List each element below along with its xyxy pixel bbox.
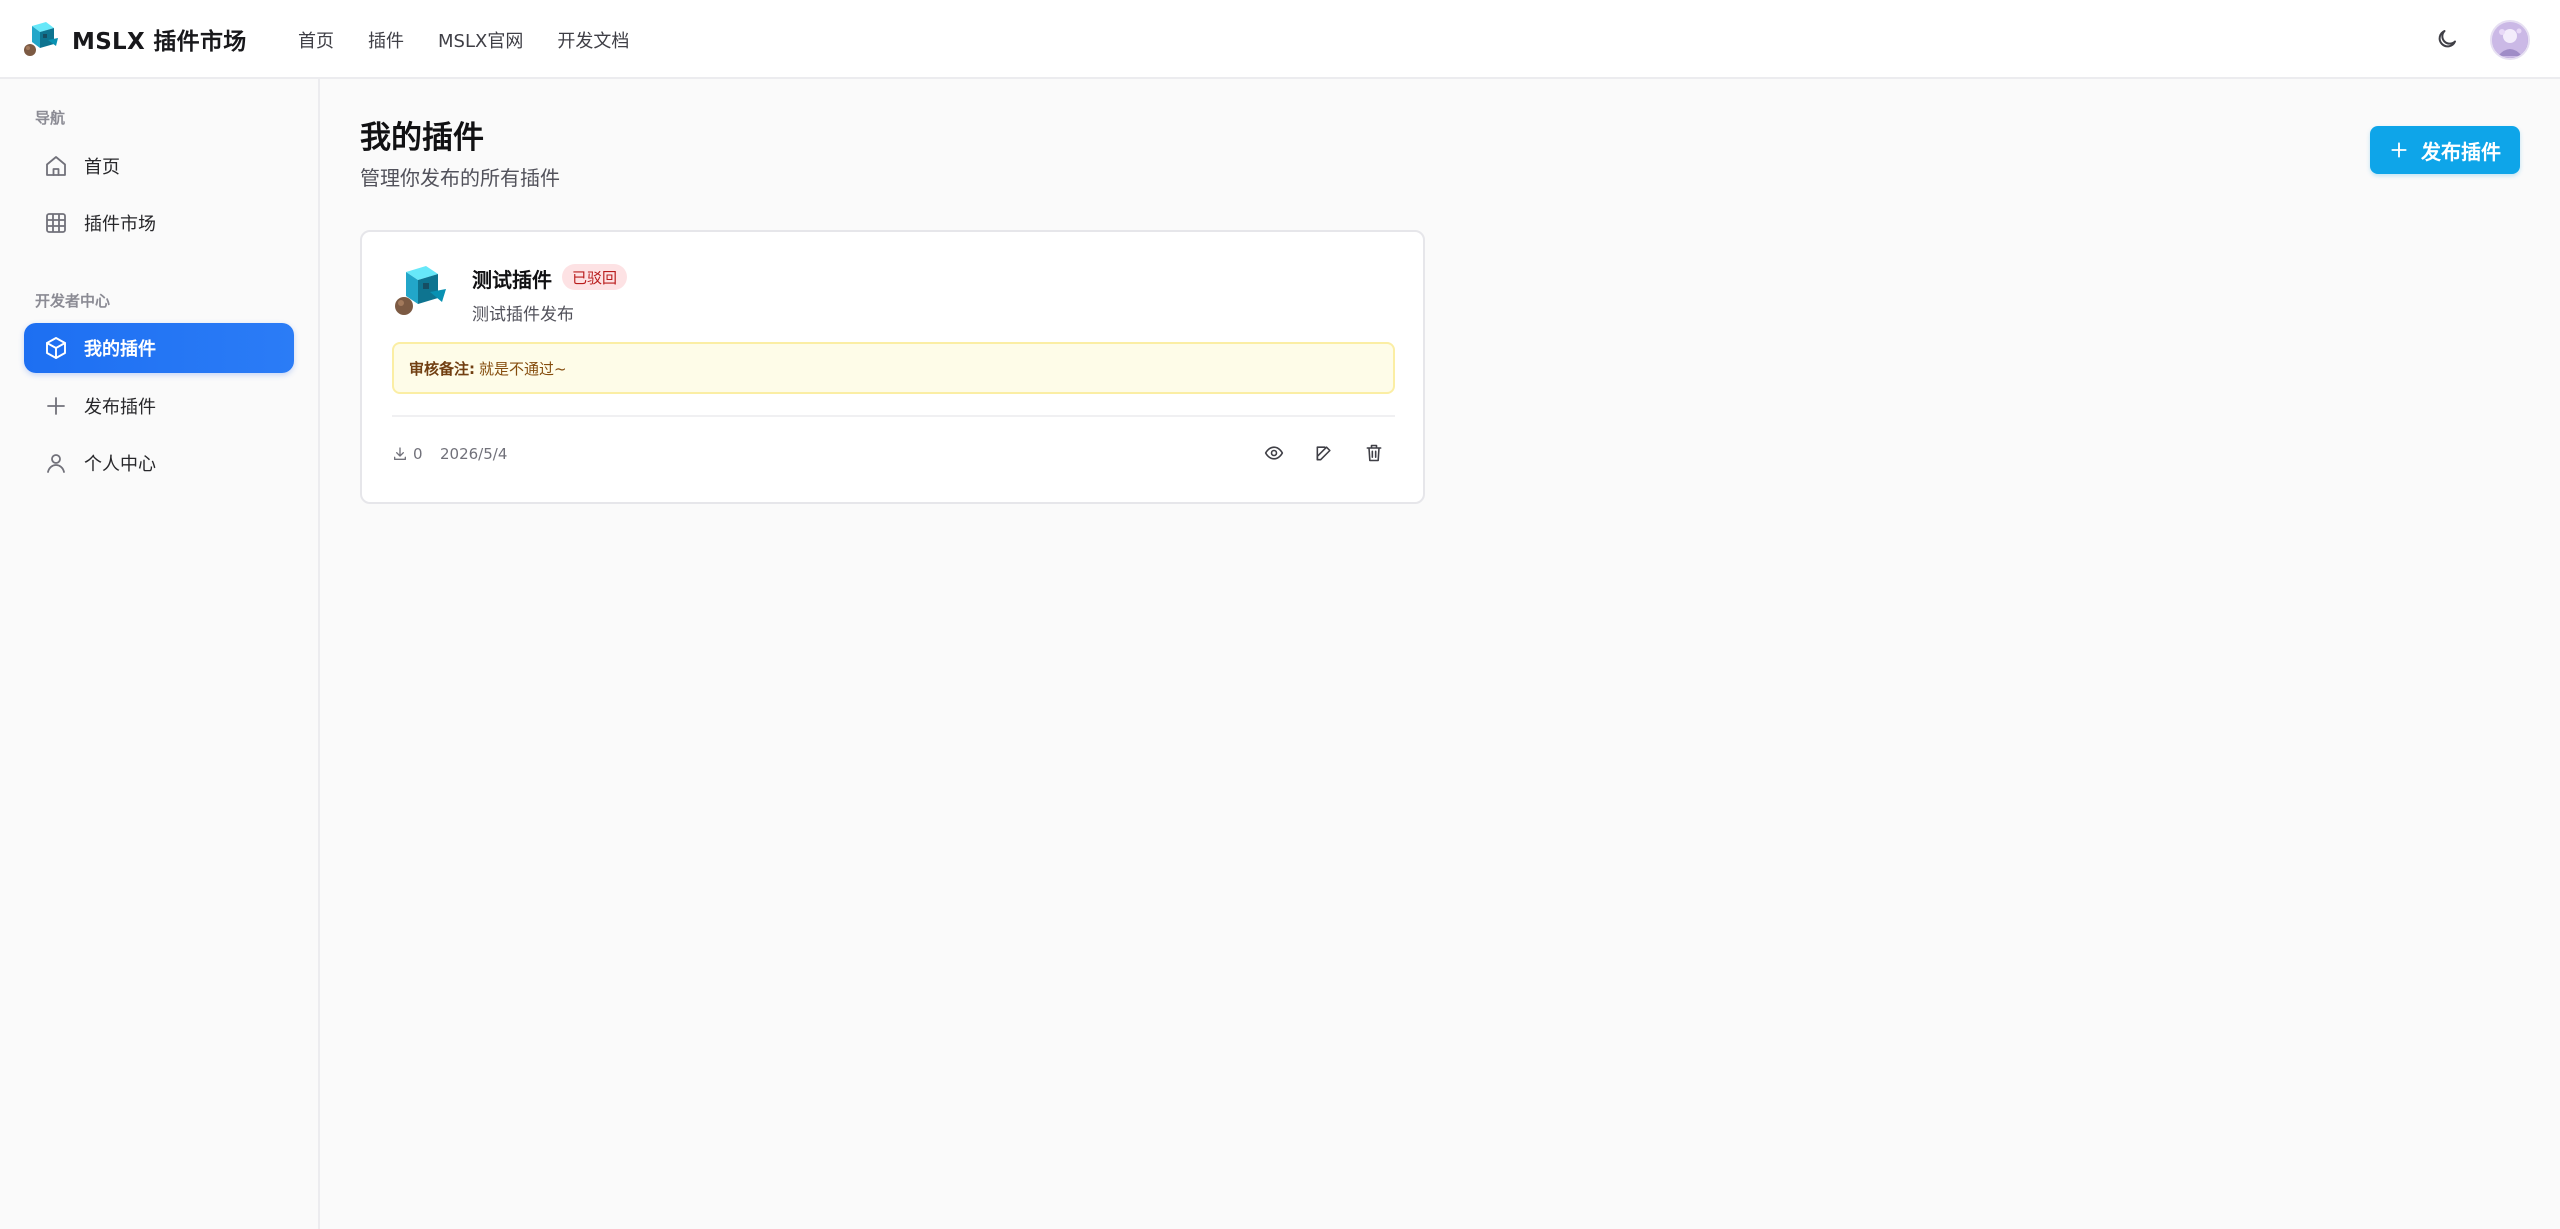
sidebar-section-dev-title: 开发者中心 bbox=[35, 292, 111, 310]
plus-icon bbox=[2389, 140, 2409, 160]
sidebar: 导航 首页 插件市场 开发者中心 我的插件 发布插件 个人中心 bbox=[0, 79, 320, 1229]
sidebar-item-publish[interactable]: 发布插件 bbox=[24, 381, 294, 431]
topnav-plugins[interactable]: 插件 bbox=[368, 27, 404, 53]
card-divider bbox=[392, 415, 1395, 417]
plugin-description: 测试插件发布 bbox=[472, 305, 574, 325]
review-note-text: 就是不通过~ bbox=[479, 359, 567, 378]
sidebar-item-label: 发布插件 bbox=[84, 397, 156, 418]
grid-icon bbox=[44, 211, 68, 235]
sidebar-item-profile[interactable]: 个人中心 bbox=[24, 438, 294, 488]
publish-date: 2026/5/4 bbox=[440, 445, 508, 463]
plus-icon bbox=[44, 394, 68, 418]
trash-icon bbox=[1364, 443, 1384, 463]
page-subtitle: 管理你发布的所有插件 bbox=[360, 166, 560, 190]
edit-icon bbox=[1314, 443, 1334, 463]
sidebar-section-nav-title: 导航 bbox=[35, 109, 66, 127]
sidebar-item-label: 我的插件 bbox=[84, 339, 156, 360]
topnav-dev-docs[interactable]: 开发文档 bbox=[557, 27, 629, 53]
page-title: 我的插件 bbox=[360, 120, 484, 156]
sidebar-item-label: 个人中心 bbox=[84, 454, 156, 475]
download-icon bbox=[392, 446, 408, 462]
publish-plugin-button[interactable]: 发布插件 bbox=[2370, 126, 2520, 174]
sidebar-item-market[interactable]: 插件市场 bbox=[24, 198, 294, 248]
theme-toggle-button[interactable] bbox=[2432, 24, 2462, 54]
sidebar-item-home[interactable]: 首页 bbox=[24, 141, 294, 191]
home-icon bbox=[44, 154, 68, 178]
plugin-name[interactable]: 测试插件 bbox=[472, 264, 552, 293]
plugin-logo-icon bbox=[392, 262, 448, 318]
plugin-card[interactable]: 测试插件 已驳回 测试插件发布 审核备注: 就是不通过~ 0 2026/5/4 bbox=[360, 230, 1425, 504]
topnav-official-site[interactable]: MSLX官网 bbox=[438, 27, 523, 53]
edit-button[interactable] bbox=[1307, 436, 1341, 470]
user-icon bbox=[44, 451, 68, 475]
view-button[interactable] bbox=[1257, 436, 1291, 470]
brand[interactable]: MSLX 插件市场 bbox=[22, 20, 247, 58]
sidebar-item-my-plugins[interactable]: 我的插件 bbox=[24, 323, 294, 373]
delete-button[interactable] bbox=[1357, 436, 1391, 470]
top-nav: 首页 插件 MSLX官网 开发文档 bbox=[298, 0, 663, 79]
download-count: 0 bbox=[392, 445, 423, 463]
status-badge: 已驳回 bbox=[562, 264, 628, 290]
brand-logo-icon bbox=[22, 20, 60, 58]
user-avatar[interactable] bbox=[2490, 20, 2530, 60]
eye-icon bbox=[1264, 443, 1284, 463]
sidebar-item-label: 首页 bbox=[84, 157, 120, 178]
sidebar-item-label: 插件市场 bbox=[84, 214, 156, 235]
box-icon bbox=[44, 336, 68, 360]
download-count-value: 0 bbox=[413, 445, 423, 463]
publish-button-label: 发布插件 bbox=[2421, 139, 2501, 164]
brand-title: MSLX 插件市场 bbox=[72, 29, 247, 55]
moon-icon bbox=[2435, 27, 2459, 51]
topnav-home[interactable]: 首页 bbox=[298, 27, 334, 53]
review-note: 审核备注: 就是不通过~ bbox=[392, 342, 1395, 394]
top-header: MSLX 插件市场 首页 插件 MSLX官网 开发文档 bbox=[0, 0, 2560, 79]
review-note-label: 审核备注: bbox=[409, 359, 475, 378]
